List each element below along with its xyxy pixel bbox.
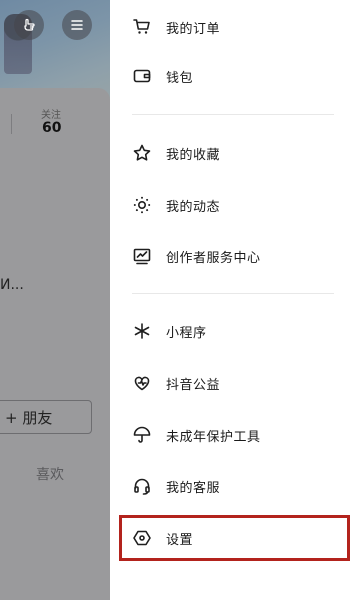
- drawer-item-label: 抖音公益: [166, 377, 221, 393]
- profile-background: 关注 60 И... + 朋友 喜欢: [0, 0, 112, 600]
- drawer-item-customer-service[interactable]: 我的客服: [132, 470, 347, 502]
- star-icon: [132, 143, 152, 163]
- profile-card: [0, 88, 110, 600]
- drawer-item-label: 我的客服: [166, 480, 221, 496]
- charity-heart-icon: [132, 373, 152, 393]
- add-friend-button[interactable]: + 朋友: [0, 400, 92, 434]
- shopping-cart-icon: [132, 17, 152, 37]
- menu-button[interactable]: [62, 10, 92, 40]
- drawer-item-label: 我的动态: [166, 199, 221, 215]
- follow-count: 60: [42, 120, 62, 136]
- stats-divider: [11, 114, 12, 134]
- drawer-item-activity[interactable]: 我的动态: [132, 189, 347, 221]
- hand-pointer-icon: [24, 18, 35, 31]
- drawer-item-mini-program[interactable]: 小程序: [132, 315, 347, 347]
- drawer-divider: [132, 114, 334, 115]
- tab-likes[interactable]: 喜欢: [36, 464, 64, 484]
- hand-pointer-button[interactable]: [14, 10, 44, 40]
- follow-label: 关注: [41, 110, 61, 121]
- drawer-item-orders[interactable]: 我的订单: [132, 11, 347, 43]
- drawer-divider: [132, 293, 334, 294]
- drawer-item-favorites[interactable]: 我的收藏: [132, 137, 347, 169]
- drawer-item-label: 创作者服务中心: [166, 250, 261, 266]
- drawer-item-minor-protection[interactable]: 未成年保护工具: [132, 419, 347, 451]
- umbrella-icon: [132, 425, 152, 445]
- drawer-item-creator-center[interactable]: 创作者服务中心: [132, 240, 347, 272]
- drawer-item-label: 钱包: [166, 70, 194, 86]
- drawer-item-wallet[interactable]: 钱包: [132, 60, 347, 92]
- drawer-item-label: 我的订单: [166, 21, 221, 37]
- settings-highlight-box: [119, 515, 350, 561]
- creator-chart-icon: [132, 246, 152, 266]
- drawer-item-label: 未成年保护工具: [166, 429, 261, 445]
- drawer-item-charity[interactable]: 抖音公益: [132, 367, 347, 399]
- menu-icon: [71, 20, 83, 30]
- mini-program-icon: [132, 321, 152, 341]
- profile-intro-text: И...: [0, 277, 24, 293]
- drawer-item-label: 我的收藏: [166, 147, 221, 163]
- drawer-item-label: 小程序: [166, 325, 207, 341]
- headset-icon: [132, 476, 152, 496]
- side-drawer: 我的订单 钱包 我的收藏 我的动态 创作者服务中心 小程序 抖音公益 未成年保护…: [110, 0, 359, 600]
- activity-dots-icon: [132, 195, 152, 215]
- wallet-icon: [132, 66, 152, 86]
